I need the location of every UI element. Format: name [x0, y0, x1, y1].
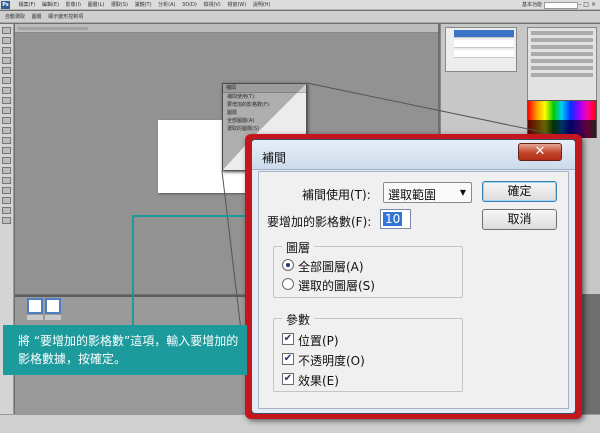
- eraser-tool-icon[interactable]: [2, 127, 11, 134]
- layers-group: 圖層 全部圖層(A) 選取的圖層(S): [273, 239, 463, 298]
- parameters-group: 參數 ✔ 位置(P) ✔ 不透明度(O) ✔ 效果(E): [273, 311, 463, 392]
- menu-filter[interactable]: 濾鏡(T): [135, 0, 152, 9]
- zoom-tool-icon[interactable]: [2, 217, 11, 224]
- chevron-down-icon: ▼: [459, 188, 466, 197]
- option-auto-select[interactable]: 自動選取: [5, 11, 25, 22]
- quick-select-tool-icon[interactable]: [2, 57, 11, 64]
- all-layers-label: 全部圖層(A): [298, 260, 364, 274]
- opacity-label: 不透明度(O): [298, 354, 365, 368]
- interpolate-label: 補間使用(T):: [302, 188, 371, 202]
- pen-tool-icon[interactable]: [2, 167, 11, 174]
- interpolate-select-value: 選取範圍: [388, 188, 437, 202]
- workspace-switcher[interactable]: 基本功能: [522, 0, 542, 10]
- position-checkbox[interactable]: ✔: [282, 333, 294, 345]
- brush-tool-icon[interactable]: [2, 97, 11, 104]
- mini-layers-title: 圖層: [227, 110, 238, 116]
- mini-selected-layers: 選取的圖層(S): [227, 126, 260, 132]
- lasso-tool-icon[interactable]: [2, 47, 11, 54]
- gradient-tool-icon[interactable]: [2, 137, 11, 144]
- options-bar: 自動選取 圖層 顯示變形控制項: [0, 11, 600, 23]
- layers-group-title: 圖層: [282, 239, 315, 256]
- frame-delay-1[interactable]: [27, 315, 43, 320]
- menu-edit[interactable]: 編輯(E): [42, 0, 59, 9]
- mini-interpolate-label: 補間使用(T):: [227, 94, 256, 100]
- menu-layer[interactable]: 圖層(L): [88, 0, 105, 9]
- layers-panel: [445, 27, 517, 72]
- menu-file[interactable]: 檔案(F): [19, 0, 36, 9]
- blur-tool-icon[interactable]: [2, 147, 11, 154]
- move-tool-icon[interactable]: [2, 27, 11, 34]
- callout-text: 將 “要增加的影格數”這項，輸入要增加的影格數據，按確定。: [18, 334, 239, 366]
- document-tab[interactable]: [15, 24, 438, 33]
- selected-layers-radio[interactable]: [282, 278, 294, 290]
- history-brush-tool-icon[interactable]: [2, 117, 11, 124]
- menu-select[interactable]: 選取(S): [111, 0, 128, 9]
- window-control-buttons[interactable]: –□×: [578, 1, 598, 8]
- healing-tool-icon[interactable]: [2, 87, 11, 94]
- mini-all-layers: 全部圖層(A): [227, 118, 255, 124]
- effects-label: 效果(E): [298, 374, 339, 388]
- selected-layers-label: 選取的圖層(S): [298, 279, 375, 293]
- option-show-transform[interactable]: 顯示變形控制項: [48, 11, 83, 22]
- cancel-button[interactable]: 取消: [482, 209, 557, 230]
- stamp-tool-icon[interactable]: [2, 107, 11, 114]
- ok-button[interactable]: 確定: [482, 181, 557, 202]
- close-button[interactable]: ✕: [518, 143, 562, 161]
- hand-tool-icon[interactable]: [2, 207, 11, 214]
- instruction-callout: 將 “要增加的影格數”這項，輸入要增加的影格數據，按確定。: [3, 325, 247, 375]
- dialog-title: 補間: [262, 151, 287, 165]
- effects-checkbox[interactable]: ✔: [282, 373, 294, 385]
- dodge-tool-icon[interactable]: [2, 157, 11, 164]
- menu-bar: Ps 檔案(F) 編輯(E) 影像(I) 圖層(L) 選取(S) 濾鏡(T) 分…: [0, 0, 600, 10]
- close-icon: ✕: [534, 144, 546, 159]
- frames-to-add-label: 要增加的影格數(F):: [267, 215, 372, 229]
- layer-row[interactable]: [454, 40, 514, 48]
- animation-frame-2[interactable]: [45, 298, 61, 314]
- layer-row-selected[interactable]: [454, 30, 514, 38]
- frames-to-add-value: 10: [383, 212, 403, 226]
- menu-window[interactable]: 視窗(W): [227, 0, 246, 9]
- parameters-group-title: 參數: [282, 311, 315, 328]
- path-select-tool-icon[interactable]: [2, 187, 11, 194]
- search-input[interactable]: [544, 2, 578, 9]
- menu-help[interactable]: 說明(H): [253, 0, 271, 9]
- frames-to-add-input[interactable]: 10: [380, 209, 411, 229]
- mini-frames-label: 要增加的影格數(F):: [227, 102, 271, 108]
- crop-tool-icon[interactable]: [2, 67, 11, 74]
- mini-dialog-title: 補間: [223, 84, 306, 93]
- layer-row[interactable]: [454, 50, 514, 58]
- type-tool-icon[interactable]: [2, 177, 11, 184]
- all-layers-radio[interactable]: [282, 259, 294, 271]
- frame-delay-2[interactable]: [45, 315, 61, 320]
- photoshop-logo: Ps: [1, 1, 10, 9]
- animation-frame-1[interactable]: [27, 298, 43, 314]
- dialog-titlebar: 補間 ✕: [252, 140, 575, 170]
- menu-3d[interactable]: 3D(D): [182, 0, 197, 9]
- shape-tool-icon[interactable]: [2, 197, 11, 204]
- menu-view[interactable]: 檢視(V): [203, 0, 220, 9]
- option-layer[interactable]: 圖層: [32, 11, 42, 22]
- marquee-tool-icon[interactable]: [2, 37, 11, 44]
- dialog-body: 補間使用(T): 選取範圍 ▼ 要增加的影格數(F): 10 確定 取消 圖層 …: [258, 171, 569, 409]
- interpolate-select[interactable]: 選取範圍 ▼: [383, 182, 472, 203]
- eyedropper-tool-icon[interactable]: [2, 77, 11, 84]
- menu-analysis[interactable]: 分析(A): [158, 0, 175, 9]
- menu-image[interactable]: 影像(I): [66, 0, 81, 9]
- tween-dialog: 補間 ✕ 補間使用(T): 選取範圍 ▼ 要增加的影格數(F): 10 確定 取…: [251, 139, 576, 414]
- opacity-checkbox[interactable]: ✔: [282, 353, 294, 365]
- swatches-panel[interactable]: [527, 100, 597, 138]
- position-label: 位置(P): [298, 334, 339, 348]
